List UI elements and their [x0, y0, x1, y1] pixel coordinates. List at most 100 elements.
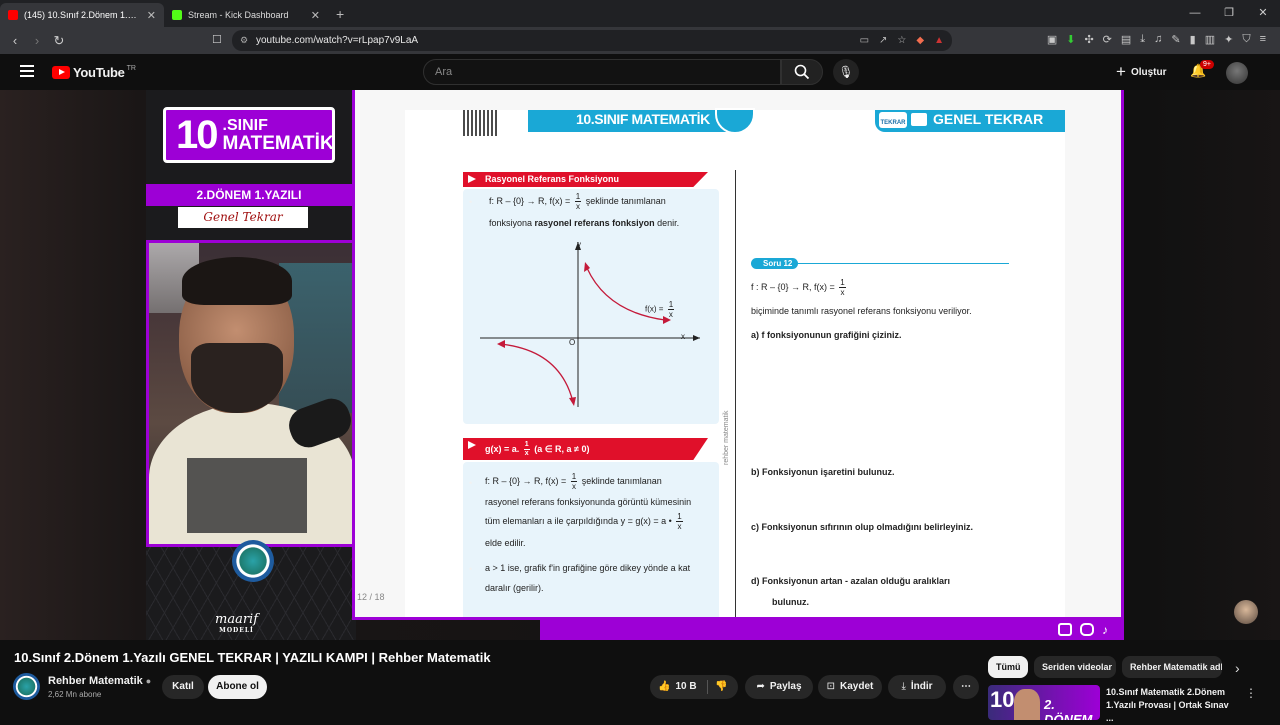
close-window-icon[interactable]: ✕ [1246, 0, 1280, 27]
doc-header-right: TEKRAR GENEL TEKRAR [875, 110, 1065, 132]
chip-series[interactable]: Seriden videolar [1034, 656, 1116, 678]
edit-icon[interactable]: ✎ [1171, 33, 1180, 46]
browser-toolbar: ‹ › ↻ ☐ ⚙ youtube.com/watch?v=rLpap7v9La… [0, 27, 1280, 54]
download-button[interactable]: ⤓ İndir [888, 675, 946, 699]
browser-tab-youtube[interactable]: (145) 10.Sınıf 2.Dönem 1.Yazılı ✕ [0, 3, 164, 27]
definition-line: f: R – {0} → R, f(x) = 1x şeklinde tanım… [485, 472, 662, 491]
x-axis-label: x [681, 332, 685, 341]
star-icon[interactable]: ☆ [897, 35, 906, 46]
subscribe-button[interactable]: Abone ol [208, 675, 267, 699]
join-button[interactable]: Katıl [162, 675, 204, 699]
voice-search-button[interactable]: 🎙 [833, 59, 859, 85]
search-input[interactable]: Ara [423, 59, 781, 85]
brave-rewards-icon[interactable]: ▲ [934, 35, 944, 46]
purple-bottom-strip [540, 620, 1124, 640]
sidebar-icon[interactable]: ▮ [1190, 33, 1196, 46]
media-icon[interactable]: ♫ [1154, 33, 1162, 46]
extension-icon[interactable]: ▣ [1047, 33, 1057, 46]
chevron-right-icon[interactable]: › [1235, 660, 1240, 676]
worksheet-page: 10.SINIF MATEMATİK TEKRAR GENEL TEKRAR R… [405, 108, 1065, 617]
channel-avatar[interactable] [13, 673, 40, 700]
youtube-logo[interactable]: YouTube TR [52, 65, 136, 80]
dislike-icon[interactable]: 👎 [715, 675, 727, 699]
download-icon: ⤓ [901, 681, 906, 692]
omnibox-icons: ▭ ↗ ☆ ◆ ▲ [860, 35, 944, 46]
hyperbola-graph [480, 242, 700, 407]
minimize-icon[interactable]: — [1178, 0, 1212, 27]
restore-icon[interactable]: ❐ [1212, 0, 1246, 27]
definition-line: f: R – {0} → R, f(x) = 1x şeklinde tanım… [489, 192, 666, 211]
like-icon[interactable]: 👍 [658, 681, 670, 692]
related-more-icon[interactable]: ⋮ [1245, 686, 1257, 700]
series-class: .SINIF [222, 116, 268, 134]
close-tab-icon[interactable]: ✕ [147, 9, 156, 22]
share-icon: ➦ [756, 681, 765, 692]
create-button[interactable]: + Oluştur [1116, 62, 1167, 82]
related-video-thumbnail[interactable]: 10 2. DÖNEM [988, 685, 1100, 720]
series-subject: MATEMATİK [222, 132, 334, 154]
browser-tab-kick[interactable]: Stream - Kick Dashboard ✕ [164, 3, 328, 27]
page-number: 12 / 18 [357, 592, 385, 602]
youtube-play-icon [52, 66, 70, 79]
doc-header-left: 10.SINIF MATEMATİK [528, 110, 738, 132]
back-icon[interactable]: ‹ [4, 33, 26, 48]
section-heading: g(x) = a. 1x (a ∈ R, a ≠ 0) [463, 438, 708, 460]
menu-icon[interactable]: ≡ [1260, 33, 1266, 46]
browser-tabbar: (145) 10.Sınıf 2.Dönem 1.Yazılı ✕ Stream… [0, 0, 1280, 27]
chip-all[interactable]: Tümü [988, 656, 1028, 678]
video-player[interactable]: 10 .SINIF MATEMATİK 2.DÖNEM 1.YAZILI Gen… [0, 90, 1280, 640]
forward-icon[interactable]: › [26, 33, 48, 48]
like-count[interactable]: 10 B [675, 681, 696, 692]
tiktok-icon: ♪ [1102, 623, 1108, 637]
address-bar[interactable]: ⚙ youtube.com/watch?v=rLpap7v9LaA ▭ ↗ ☆ … [232, 30, 952, 51]
definition-line: fonksiyona rasyonel referans fonksiyon d… [489, 218, 680, 228]
site-info-icon[interactable]: ⚙ [240, 35, 248, 46]
question-part-a: a) f fonksiyonunun grafiğini çiziniz. [751, 330, 902, 340]
tekrar-tag: TEKRAR [879, 112, 907, 128]
hamburger-menu-icon[interactable] [20, 65, 34, 77]
extension-icon[interactable]: ▤ [1121, 33, 1131, 46]
question-part-b: b) Fonksiyonun işaretini bulunuz. [751, 467, 895, 477]
social-icons: ♪ [1058, 623, 1116, 637]
tab-title: Stream - Kick Dashboard [188, 10, 289, 20]
vpn-icon[interactable]: ⛉ [1242, 33, 1250, 46]
brave-shield-icon[interactable]: ◆ [916, 35, 924, 46]
url-text: youtube.com/watch?v=rLpap7v9LaA [256, 35, 419, 46]
bookmark-icon[interactable]: ☐ [212, 33, 222, 46]
question-definition: biçiminde tanımlı rasyonel referans fonk… [751, 306, 972, 316]
more-actions-button[interactable]: ⋯ [953, 675, 979, 699]
search-button[interactable] [781, 59, 823, 85]
question-definition: f : R – {0} → R, f(x) = 1x [751, 278, 846, 297]
floating-avatar[interactable] [1234, 600, 1258, 624]
downloads-icon[interactable]: ⤓ [1140, 33, 1145, 46]
puzzle-icon[interactable]: ✣ [1084, 33, 1093, 46]
save-button[interactable]: ⊡ Kaydet [818, 675, 882, 699]
series-number: 10 [176, 112, 218, 157]
leo-icon[interactable]: ✦ [1224, 33, 1233, 46]
extension-icon[interactable]: ⟳ [1103, 33, 1112, 46]
plus-icon: + [1116, 62, 1126, 81]
new-tab-icon[interactable]: + [336, 6, 344, 22]
youtube-wordmark: YouTube [73, 65, 125, 80]
channel-name[interactable]: Rehber Matematik ● [48, 675, 151, 687]
share-page-icon[interactable]: ↗ [879, 35, 887, 46]
share-button[interactable]: ➦ Paylaş [745, 675, 813, 699]
download-ext-icon[interactable]: ⬇ [1066, 33, 1075, 46]
channel-logo-icon [232, 540, 274, 582]
reload-icon[interactable]: ↻ [48, 33, 70, 49]
question-part-d: d) Fonksiyonun artan - azalan olduğu ara… [751, 576, 951, 586]
worksheet-document: 12 / 18 10.SINIF MATEMATİK TEKRAR GENEL … [352, 90, 1124, 620]
cast-icon[interactable]: ▭ [860, 35, 869, 46]
related-video-title[interactable]: 10.Sınıf Matematik 2.Dönem 1.Yazılı Prov… [1106, 686, 1236, 725]
question-part-c: c) Fonksiyonun sıfırının olup olmadığını… [751, 522, 974, 532]
account-avatar[interactable] [1226, 62, 1248, 84]
chip-channel[interactable]: Rehber Matematik adlı kanaldan [1122, 656, 1222, 678]
close-tab-icon[interactable]: ✕ [311, 9, 320, 22]
maarif-logo: maarif MODELİ [215, 612, 259, 634]
instagram-icon [1080, 623, 1094, 636]
wallet-icon[interactable]: ▥ [1205, 33, 1215, 46]
y-axis-label: y [577, 240, 581, 249]
definition-line: daralır (gerilir). [485, 583, 544, 593]
like-dislike-group: 👍 10 B 👎 [650, 675, 738, 699]
origin-label: O [569, 338, 576, 347]
